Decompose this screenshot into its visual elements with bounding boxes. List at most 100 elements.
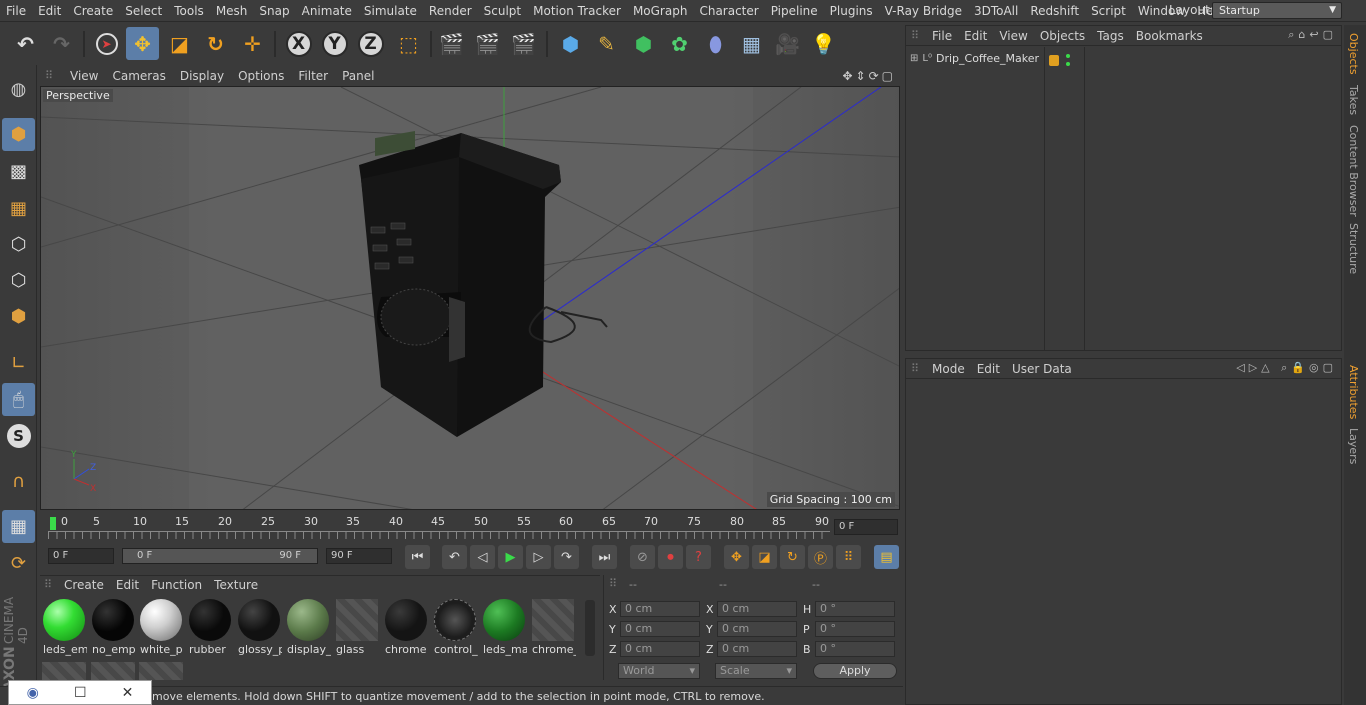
menu-edit[interactable]: Edit: [32, 4, 67, 18]
key-parameter-icon[interactable]: Ⓟ: [808, 545, 833, 569]
rotation-b-field[interactable]: 0 °: [815, 641, 895, 657]
material-swatch[interactable]: display_: [286, 599, 331, 656]
y-axis-icon[interactable]: Y: [318, 27, 351, 60]
menu-character[interactable]: Character: [693, 4, 764, 18]
camera-icon[interactable]: 🎥: [771, 27, 804, 60]
texture-mode-icon[interactable]: ▩: [2, 155, 35, 188]
scale-icon[interactable]: ◪: [163, 27, 196, 60]
go-to-start-icon[interactable]: ⏮: [405, 545, 430, 569]
end-frame-field[interactable]: 90 F: [326, 548, 392, 564]
rotation-h-field[interactable]: 0 °: [815, 601, 895, 617]
timeline-playhead[interactable]: [50, 517, 56, 530]
cube-icon[interactable]: ⬢: [554, 27, 587, 60]
mat-menu-edit[interactable]: Edit: [110, 578, 145, 592]
material-swatch-partial[interactable]: [42, 662, 86, 680]
deformer-icon[interactable]: ⬮: [699, 27, 732, 60]
frame-range-slider[interactable]: 0 F 90 F: [122, 548, 318, 564]
menu-render[interactable]: Render: [423, 4, 478, 18]
menu-sculpt[interactable]: Sculpt: [478, 4, 527, 18]
size-x-field[interactable]: 0 cm: [717, 601, 797, 617]
transform-mode-select[interactable]: Scale ▾: [715, 663, 797, 679]
menu-file[interactable]: File: [0, 4, 32, 18]
menu-motion-tracker[interactable]: Motion Tracker: [527, 4, 627, 18]
timeline-ruler[interactable]: 0 5 10 15 20 25 30 35 40 45 50 55 60 65 …: [40, 512, 900, 542]
render-settings-icon[interactable]: 🎬: [507, 27, 540, 60]
menu-animate[interactable]: Animate: [296, 4, 358, 18]
size-y-field[interactable]: 0 cm: [717, 621, 797, 637]
subdivision-icon[interactable]: ⬢: [627, 27, 660, 60]
menu-select[interactable]: Select: [119, 4, 168, 18]
magnet-icon[interactable]: ∩: [2, 465, 35, 498]
x-axis-icon[interactable]: X: [282, 27, 315, 60]
move-icon[interactable]: ✥: [126, 27, 159, 60]
workplane-lock-icon[interactable]: ▦: [2, 510, 35, 543]
obj-menu-file[interactable]: File: [926, 29, 958, 43]
attr-menu-mode[interactable]: Mode: [926, 362, 971, 376]
rotate-icon[interactable]: ↻: [199, 27, 232, 60]
cloner-icon[interactable]: ✿: [663, 27, 696, 60]
vp-menu-options[interactable]: Options: [231, 69, 291, 83]
locked-workplane-icon[interactable]: ⟳: [2, 547, 35, 580]
attr-menu-user-data[interactable]: User Data: [1006, 362, 1078, 376]
snap-icon[interactable]: S: [2, 419, 35, 452]
viewport-perspective[interactable]: Y Z X Perspective Grid Spacing : 100 cm: [40, 86, 900, 510]
size-z-field[interactable]: 0 cm: [717, 641, 797, 657]
search-icon[interactable]: ⌕⌂↩▢: [1288, 28, 1337, 42]
keyframe-selection-icon[interactable]: ⊘: [630, 545, 655, 569]
position-y-field[interactable]: 0 cm: [620, 621, 700, 637]
menu-vray-bridge[interactable]: V-Ray Bridge: [879, 4, 968, 18]
obj-menu-tags[interactable]: Tags: [1091, 29, 1130, 43]
play-icon[interactable]: ▶: [498, 545, 523, 569]
record-icon[interactable]: ⏺: [658, 545, 683, 569]
attr-menu-edit[interactable]: Edit: [971, 362, 1006, 376]
material-swatch[interactable]: white_p: [139, 599, 183, 656]
material-scrollbar[interactable]: [585, 600, 595, 656]
floor-icon[interactable]: ▦: [735, 27, 768, 60]
live-select-icon[interactable]: ➤: [90, 27, 123, 60]
key-rotation-icon[interactable]: ↻: [780, 545, 805, 569]
go-to-end-icon[interactable]: ⏭: [592, 545, 617, 569]
mat-menu-function[interactable]: Function: [145, 578, 208, 592]
light-icon[interactable]: 💡: [807, 27, 840, 60]
tweak-mode-icon[interactable]: 🖱: [2, 383, 35, 416]
menu-script[interactable]: Script: [1085, 4, 1132, 18]
key-scale-icon[interactable]: ◪: [752, 545, 777, 569]
make-editable-icon[interactable]: ◍: [2, 73, 35, 106]
vp-menu-view[interactable]: View: [63, 69, 105, 83]
render-view-icon[interactable]: 🎬: [435, 27, 468, 60]
pen-icon[interactable]: ✎: [590, 27, 623, 60]
visibility-render-dot[interactable]: [1066, 62, 1070, 66]
object-name[interactable]: Drip_Coffee_Maker: [936, 52, 1039, 65]
material-swatch[interactable]: leds_ma: [482, 599, 527, 656]
vp-menu-filter[interactable]: Filter: [291, 69, 335, 83]
coordinate-space-select[interactable]: World ▾: [618, 663, 700, 679]
menu-3dtoall[interactable]: 3DToAll: [968, 4, 1024, 18]
menu-create[interactable]: Create: [67, 4, 119, 18]
undo-icon[interactable]: ↶: [9, 27, 42, 60]
axis-mode-icon[interactable]: ∟: [2, 347, 35, 380]
tab-layers[interactable]: Layers: [1347, 428, 1360, 464]
tab-content-browser[interactable]: Content Browser: [1347, 125, 1360, 217]
tab-structure[interactable]: Structure: [1347, 223, 1360, 274]
prev-key-icon[interactable]: ↶: [442, 545, 467, 569]
obj-menu-edit[interactable]: Edit: [958, 29, 993, 43]
menu-pipeline[interactable]: Pipeline: [765, 4, 824, 18]
material-swatch[interactable]: chrome: [384, 599, 428, 656]
prev-frame-icon[interactable]: ◁: [470, 545, 495, 569]
visibility-editor-dot[interactable]: [1066, 54, 1070, 58]
rotation-p-field[interactable]: 0 °: [815, 621, 895, 637]
redo-icon[interactable]: ↷: [45, 27, 78, 60]
material-swatch[interactable]: chrome_: [531, 599, 576, 656]
next-frame-icon[interactable]: ▷: [526, 545, 551, 569]
menu-mograph[interactable]: MoGraph: [627, 4, 694, 18]
object-row[interactable]: ⊞ L⁰ Drip_Coffee_Maker: [910, 52, 1039, 65]
layer-color-tag[interactable]: [1049, 55, 1059, 66]
transform-icon[interactable]: ✛: [236, 27, 269, 60]
key-pla-icon[interactable]: ⠿: [836, 545, 861, 569]
autokey-icon[interactable]: ?: [686, 545, 711, 569]
mat-menu-texture[interactable]: Texture: [208, 578, 264, 592]
obj-menu-bookmarks[interactable]: Bookmarks: [1130, 29, 1209, 43]
position-z-field[interactable]: 0 cm: [620, 641, 700, 657]
menu-tools[interactable]: Tools: [168, 4, 210, 18]
material-swatch[interactable]: rubber: [188, 599, 232, 656]
